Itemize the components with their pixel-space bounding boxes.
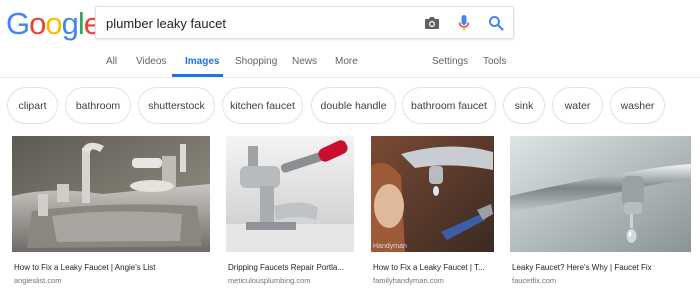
logo-letter-o2: o [45,6,62,41]
logo-letter-o1: o [29,6,46,41]
search-icons [423,13,505,33]
chip-label: kitchen faucet [230,99,295,112]
tab-shopping[interactable]: Shopping [235,56,277,67]
chip-bathroom-faucet[interactable]: bathroom faucet [402,87,496,124]
result-title[interactable]: How to Fix a Leaky Faucet | T... [373,263,485,272]
chip-label: clipart [18,99,47,112]
chip-label: bathroom [75,99,121,112]
search-icon[interactable] [487,14,505,32]
chip-clipart[interactable]: clipart [7,87,58,124]
search-tabs: All Videos Images Shopping News More Set… [0,52,700,77]
search-box[interactable]: plumber leaky faucet [95,6,514,39]
chip-bathroom[interactable]: bathroom [65,87,131,124]
result-source: faucetfix.com [512,276,557,285]
faucet-wrench-image [226,136,354,252]
kitchen-sink-faucet-image [12,136,210,252]
logo-letter-g2: g [61,6,79,41]
chip-double-handle[interactable]: double handle [311,87,396,124]
chip-water[interactable]: water [552,87,603,124]
result-source: meticulousplumbing.com [228,276,311,285]
chip-label: water [564,99,591,112]
tab-settings[interactable]: Settings [432,56,468,67]
chip-label: sink [514,99,534,112]
image-result[interactable]: Leaky Faucet? Here's Why | Faucet Fix fa… [510,136,692,286]
result-title[interactable]: Leaky Faucet? Here's Why | Faucet Fix [512,263,652,272]
chip-kitchen-faucet[interactable]: kitchen faucet [222,87,303,124]
chip-sink[interactable]: sink [503,87,545,124]
result-thumbnail[interactable] [12,136,210,252]
dripping-faucet-image [510,136,691,252]
image-result[interactable]: Dripping Faucets Repair Portla... meticu… [226,136,356,286]
result-title[interactable]: How to Fix a Leaky Faucet | Angie's List [14,263,155,272]
camera-icon[interactable] [423,14,441,32]
chip-label: shutterstock [148,99,205,112]
chip-shutterstock[interactable]: shutterstock [138,87,215,124]
tab-tools[interactable]: Tools [483,56,506,67]
result-thumbnail[interactable] [510,136,691,252]
tab-videos[interactable]: Videos [136,56,166,67]
tabs-divider [0,77,700,78]
chip-label: bathroom faucet [411,99,487,112]
chip-label: washer [620,99,655,112]
tab-more[interactable]: More [335,56,358,67]
tab-all[interactable]: All [106,56,117,67]
result-source: familyhandyman.com [373,276,444,285]
image-result[interactable]: How to Fix a Leaky Faucet | Angie's List… [12,136,210,286]
tab-images[interactable]: Images [185,56,219,67]
woman-fixing-faucet-image [371,136,494,252]
chip-label: double handle [320,99,387,112]
google-logo[interactable]: Google [6,6,101,41]
tab-news[interactable]: News [292,56,317,67]
related-chips: clipart bathroom shutterstock kitchen fa… [0,87,700,125]
logo-letter-g: G [6,6,30,41]
result-thumbnail[interactable] [226,136,354,252]
result-source: angieslist.com [14,276,62,285]
image-result[interactable]: Handyman How to Fix a Leaky Faucet | T..… [371,136,496,286]
result-thumbnail[interactable]: Handyman [371,136,494,252]
image-watermark: Handyman [373,243,407,250]
result-title[interactable]: Dripping Faucets Repair Portla... [228,263,344,272]
search-input[interactable]: plumber leaky faucet [106,16,226,31]
chip-washer[interactable]: washer [610,87,665,124]
mic-icon[interactable] [455,14,473,32]
